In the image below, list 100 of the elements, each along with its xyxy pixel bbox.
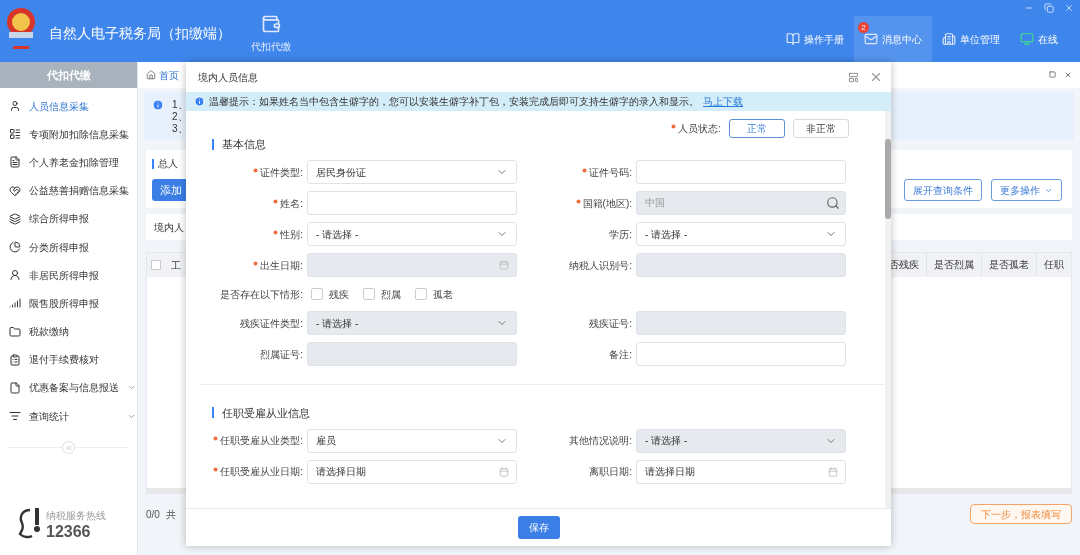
heart-hand-icon [9,184,21,197]
tab[interactable]: 境内人 [154,219,184,235]
summary-text: 总人 [158,157,178,171]
select-field[interactable]: 居民身份证 [307,160,517,184]
list-icon [9,128,21,141]
field-label: 烈属证号: [260,347,303,362]
column-header: 工 [171,258,181,273]
user-icon [9,100,21,113]
sidebar-item[interactable]: 非居民所得申报 [0,261,138,290]
field-label: 纳税人识别号: [569,258,632,273]
book-icon [786,32,800,46]
info-icon [194,96,205,107]
sidebar-item[interactable]: 优惠备案与信息报送 [0,373,138,403]
home-icon [146,70,156,80]
download-link[interactable]: 马上下载 [703,94,743,109]
nav-button[interactable]: 操作手册 [776,16,854,62]
checkbox[interactable] [363,288,375,300]
sidebar-item[interactable]: 限售股所得申报 [0,289,138,318]
field-label: 出生日期: [260,258,303,273]
sidebar-item[interactable]: 分类所得申报 [0,232,138,262]
sidebar-item[interactable]: 专项附加扣除信息采集 [0,120,138,149]
toolbar-button[interactable]: 展开查询条件 [904,179,982,201]
info-line: 2、 [172,111,188,123]
layers-icon [9,212,21,225]
checkbox[interactable] [151,260,161,270]
restore-icon[interactable] [1049,71,1056,78]
sidebar-item[interactable]: 个人养老金扣除管理 [0,148,138,177]
status-option[interactable]: 非正常 [793,119,849,138]
clipboard-icon [9,353,21,366]
nav-button[interactable]: 消息中心 2 [854,16,932,62]
close-icon[interactable] [1064,3,1074,13]
info-line: 3、 [172,123,188,135]
status-option[interactable]: 正常 [729,119,785,138]
document-icon [9,156,21,169]
sidebar-item[interactable]: 税款缴纳 [0,317,138,346]
field-label: 离职日期: [589,465,632,479]
field-label: 备注: [609,347,632,362]
input-field[interactable] [307,191,517,215]
sidebar-title: 代扣代缴 [46,67,91,83]
column-header: 是否烈属 [926,253,981,277]
notice-text: 温馨提示：如果姓名当中包含生僻字的，您可以安装生僻字补丁包，安装完成后即可支持生僻字的录入和显示。 [209,95,699,109]
headset-icon [16,507,42,541]
bar-chart-icon [9,297,21,310]
restore-icon[interactable] [1044,3,1054,13]
input-field[interactable] [636,342,846,366]
nav-button[interactable]: 在线 [1010,16,1068,62]
field-label: 是否存在以下情形: [220,287,303,302]
checkbox-label: 残疾 [329,287,349,302]
calendar-icon [828,466,838,477]
monitor-icon [1020,32,1034,46]
field-label: 其他情况说明: [569,434,632,448]
sidebar-item[interactable]: 综合所得申报 [0,204,138,233]
input-field[interactable] [636,160,846,184]
breadcrumb-link[interactable]: 首页 [159,67,179,83]
select-field[interactable]: - 请选择 - [636,222,846,246]
field-label: 残疾证件类型: [240,316,303,331]
building-icon [942,32,956,46]
close-icon[interactable] [869,70,883,84]
toolbar-button[interactable]: 更多操作 [991,179,1062,201]
info-line: 1、 [172,99,188,111]
field-label: 学历: [609,227,632,242]
field-label: 性别: [280,227,303,242]
date-field[interactable]: 请选择日期 [636,459,846,484]
nav-button[interactable]: 单位管理 [932,16,1010,62]
select-field[interactable]: 雇员 [307,428,517,453]
section-title: 基本信息 [222,137,266,152]
sidebar-item[interactable]: 查询统计 [0,402,138,431]
sidebar-item[interactable]: 人员信息采集 [0,92,138,121]
dialog-title: 境内人员信息 [198,70,258,85]
select-field[interactable]: - 请选择 - [307,222,517,246]
app-title: 自然人电子税务局（扣缴端） [49,24,231,43]
checkbox[interactable] [415,288,427,300]
collapse-button[interactable] [62,441,75,454]
maximize-icon[interactable] [848,71,859,83]
wallet-icon[interactable] [261,14,281,34]
sidebar-item[interactable]: 退付手续费核对 [0,345,138,374]
calendar-icon [499,466,509,477]
column-header: 是否孤老 [981,253,1036,277]
checkbox[interactable] [311,288,323,300]
close-icon[interactable] [1064,71,1072,79]
field-label: 国籍(地区): [582,196,632,211]
person-icon [9,269,21,282]
filter-icon [9,410,21,423]
field-label: 姓名: [280,196,303,211]
scrollbar[interactable] [885,111,891,508]
pager-total: 共 [165,507,176,522]
date-field[interactable]: 请选择日期 [307,459,517,484]
column-header: 任职 [1036,253,1071,277]
field-label: 任职受雇从业日期: [220,465,303,479]
save-button[interactable]: 保存 [517,516,560,539]
pie-chart-icon [9,241,21,254]
hotline-label: 纳税服务热线 [46,508,106,523]
double-chevron-icon [64,443,73,452]
checkbox-label: 烈属 [381,287,401,302]
count-badge: 2 [858,22,869,33]
field-label: 任职受雇从业类型: [220,434,303,448]
section-title: 任职受雇从业信息 [222,405,310,421]
status-label: 人员状态: [678,122,721,136]
sidebar-item[interactable]: 公益慈善捐赠信息采集 [0,176,138,205]
file-icon [9,381,21,394]
